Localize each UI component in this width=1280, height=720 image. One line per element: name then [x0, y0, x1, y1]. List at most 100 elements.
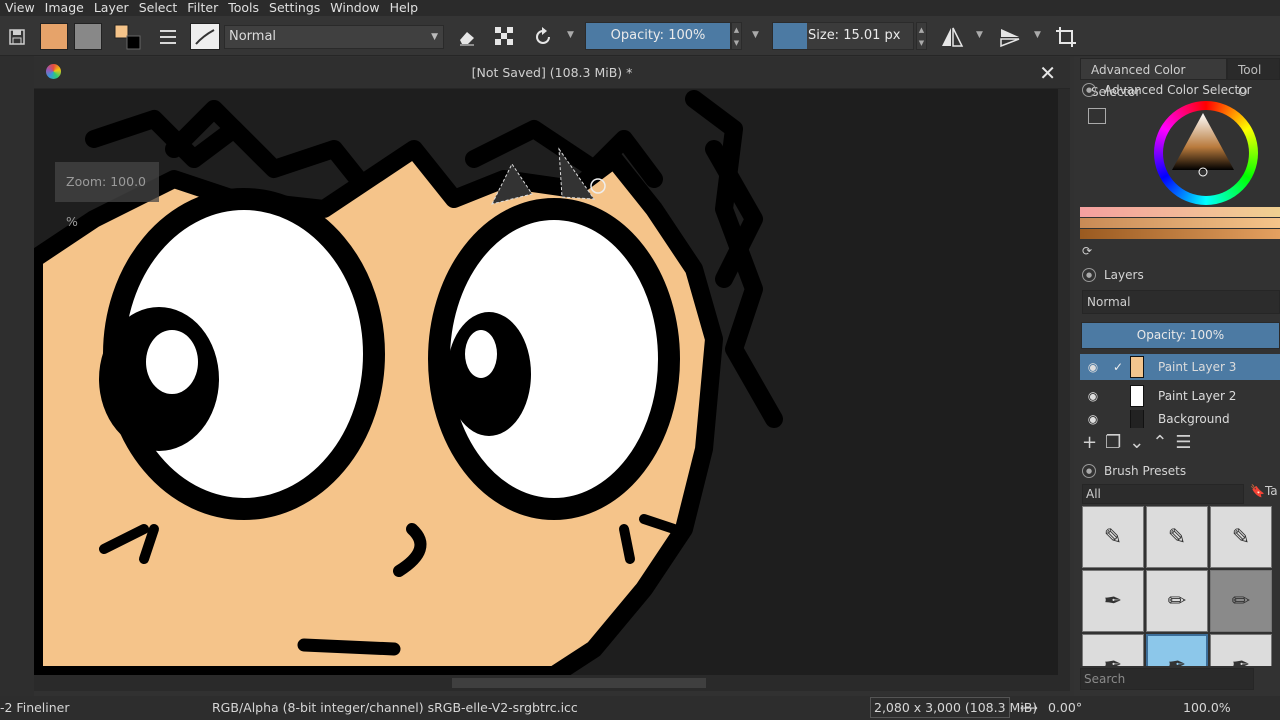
tag-label: Ta: [1264, 484, 1278, 498]
menu-select[interactable]: Select: [134, 0, 183, 16]
layers-header: ● Layers: [1082, 266, 1144, 284]
settings-list-icon[interactable]: [1088, 108, 1106, 124]
move-up-icon[interactable]: ⌃: [1152, 432, 1167, 453]
eye-icon[interactable]: ◉: [1080, 412, 1106, 426]
eye-icon[interactable]: ◉: [1080, 389, 1106, 403]
status-brush: -2 Fineliner: [0, 700, 70, 715]
layer-opacity-slider[interactable]: Opacity: 100%: [1081, 322, 1280, 349]
brush-presets-header: ● Brush Presets: [1082, 462, 1186, 480]
layers-title: Layers: [1104, 268, 1144, 282]
dimensions-box: [870, 697, 1010, 718]
brush-preset[interactable]: ✒: [1082, 570, 1144, 632]
toolbar: Normal ▼ ▼ Opacity: 100% ▲ ▼ ▼ Size: 15.0…: [0, 16, 1280, 56]
mirror-vertical-icon[interactable]: [996, 23, 1024, 50]
opacity-label: Opacity: 100%: [610, 28, 706, 43]
menu-help[interactable]: Help: [385, 0, 424, 16]
brush-tag-filter[interactable]: All: [1082, 484, 1244, 504]
brush-preset[interactable]: ✏: [1210, 570, 1272, 632]
menu-view[interactable]: View: [0, 0, 40, 16]
tab-advanced-color-selector[interactable]: Advanced Color Selector: [1080, 58, 1227, 99]
menu-tools[interactable]: Tools: [223, 0, 264, 16]
alpha-lock-icon[interactable]: [492, 23, 518, 50]
duplicate-layer-icon[interactable]: ❐: [1105, 432, 1121, 453]
blend-mode-select[interactable]: Normal ▼: [224, 25, 444, 49]
chevron-down-icon[interactable]: ▼: [752, 30, 759, 40]
toolbox-strip: [0, 56, 34, 696]
drawing-canvas[interactable]: [34, 89, 1058, 675]
size-label: Size: 15.01 px: [808, 28, 901, 43]
rotate-icon[interactable]: ⟷: [1020, 700, 1038, 715]
fg-bg-color-icon[interactable]: [112, 23, 144, 50]
reload-preset-icon[interactable]: [530, 23, 556, 50]
lock-icon[interactable]: ●: [1082, 268, 1096, 282]
chevron-down-icon[interactable]: ▼: [976, 30, 983, 40]
brush-search-input[interactable]: Search: [1080, 668, 1254, 690]
scrollbar-thumb[interactable]: [452, 678, 706, 688]
brush-preset-grid: ✎ ✎ ✎ ✒ ✏ ✏ ✒ ✒ ✒: [1082, 506, 1280, 666]
tab-tool-options[interactable]: Tool O: [1227, 58, 1280, 99]
layer-name: Background: [1158, 412, 1230, 426]
status-color-space: RGB/Alpha (8-bit integer/channel) sRGB-e…: [212, 700, 578, 715]
layer-tools: + ❐ ⌄ ⌃ ☰: [1082, 430, 1280, 454]
bookmark-icon: 🔖: [1250, 484, 1265, 498]
brush-preset[interactable]: ✎: [1146, 506, 1208, 568]
save-icon[interactable]: [6, 23, 28, 50]
checkbox[interactable]: [1110, 388, 1126, 404]
blend-mode-value: Normal: [229, 29, 277, 44]
brush-preset[interactable]: ✎: [1082, 506, 1144, 568]
lock-icon[interactable]: ●: [1082, 83, 1096, 97]
brush-preset[interactable]: ✒: [1082, 634, 1144, 666]
pattern-preset-icon[interactable]: [74, 23, 102, 50]
layer-blend-select[interactable]: Normal: [1082, 290, 1280, 314]
brush-presets-title: Brush Presets: [1104, 464, 1187, 478]
checkmark-icon[interactable]: ✓: [1110, 359, 1126, 375]
brush-preset-icon[interactable]: [190, 23, 220, 50]
status-rotation[interactable]: 0.00°: [1048, 700, 1082, 715]
eraser-icon[interactable]: [454, 23, 480, 50]
layer-row[interactable]: ◉ Paint Layer 2: [1080, 383, 1280, 409]
color-history-bar-3[interactable]: [1080, 229, 1280, 239]
brush-preset-selected[interactable]: ✒: [1146, 634, 1208, 666]
gradient-preset-icon[interactable]: [40, 23, 68, 50]
add-layer-icon[interactable]: +: [1082, 432, 1097, 453]
color-selector-header: ● Advanced Color Selector: [1082, 81, 1252, 99]
brush-preset[interactable]: ✏: [1146, 570, 1208, 632]
close-icon[interactable]: ✕: [1039, 61, 1056, 85]
layer-thumbnail: [1130, 385, 1144, 407]
menu-layer[interactable]: Layer: [89, 0, 134, 16]
menu-settings[interactable]: Settings: [264, 0, 325, 16]
color-history-bar-2[interactable]: [1080, 218, 1280, 228]
checkbox[interactable]: [1110, 411, 1126, 427]
size-spinner[interactable]: ▲ ▼: [916, 22, 927, 50]
opacity-spinner[interactable]: ▲ ▼: [731, 22, 742, 50]
layer-properties-icon[interactable]: ☰: [1175, 432, 1191, 453]
chevron-down-icon[interactable]: ▼: [1034, 30, 1041, 40]
color-triangle[interactable]: [1168, 110, 1238, 180]
lock-icon[interactable]: ●: [1082, 464, 1096, 478]
refresh-icon[interactable]: ⟳: [1082, 244, 1092, 258]
opacity-slider[interactable]: Opacity: 100%: [585, 22, 731, 50]
tag-button[interactable]: 🔖Ta: [1250, 484, 1278, 498]
brush-settings-icon[interactable]: [156, 23, 180, 50]
zoom-tooltip: Zoom: 100.0 %: [55, 162, 159, 229]
mirror-horizontal-icon[interactable]: [938, 23, 966, 50]
size-slider[interactable]: Size: 15.01 px: [772, 22, 914, 50]
document-titlebar: [Not Saved] (108.3 MiB) * ✕: [34, 57, 1070, 89]
horizontal-scrollbar[interactable]: [34, 675, 1070, 691]
crop-icon[interactable]: [1054, 23, 1078, 50]
vertical-scrollbar[interactable]: [1058, 89, 1070, 675]
layer-thumbnail: [1130, 410, 1144, 428]
chevron-down-icon: ▼: [431, 32, 438, 42]
menu-window[interactable]: Window: [325, 0, 384, 16]
color-history-bar-1[interactable]: [1080, 207, 1280, 217]
layer-row[interactable]: ◉ Background: [1080, 410, 1280, 428]
status-zoom[interactable]: 100.0%: [1183, 700, 1231, 715]
layer-row[interactable]: ◉ ✓ Paint Layer 3: [1080, 354, 1280, 380]
chevron-down-icon[interactable]: ▼: [567, 30, 574, 40]
eye-icon[interactable]: ◉: [1080, 360, 1106, 374]
menu-filter[interactable]: Filter: [182, 0, 223, 16]
brush-preset[interactable]: ✎: [1210, 506, 1272, 568]
menu-image[interactable]: Image: [40, 0, 89, 16]
move-down-icon[interactable]: ⌄: [1129, 432, 1144, 453]
brush-preset[interactable]: ✒: [1210, 634, 1272, 666]
